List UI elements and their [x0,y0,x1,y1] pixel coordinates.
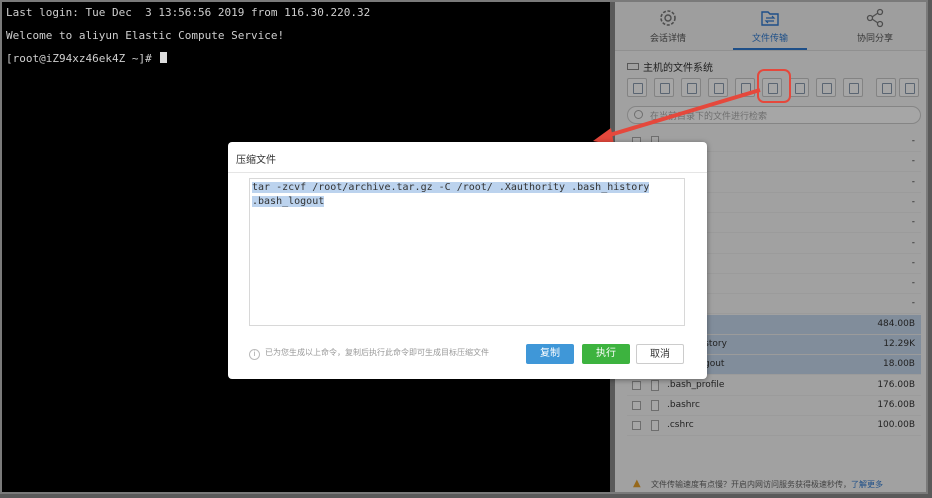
command-textarea[interactable]: tar -zcvf /root/archive.tar.gz -C /root/… [249,178,685,326]
execute-button[interactable]: 执行 [582,344,630,364]
dialog-title: 压缩文件 [236,155,276,166]
command-text: tar -zcvf /root/archive.tar.gz -C /root/… [252,182,650,207]
copy-button[interactable]: 复制 [526,344,574,364]
dialog-divider [228,172,707,173]
hint-text: 已为您生成以上命令，复制后执行此命令即可生成目标压缩文件 [265,348,489,357]
info-icon: i [249,349,260,360]
compress-file-dialog: 压缩文件 tar -zcvf /root/archive.tar.gz -C /… [228,142,707,379]
cancel-button[interactable]: 取消 [636,344,684,364]
dialog-hint: i 已为您生成以上命令，复制后执行此命令即可生成目标压缩文件 [249,347,489,360]
